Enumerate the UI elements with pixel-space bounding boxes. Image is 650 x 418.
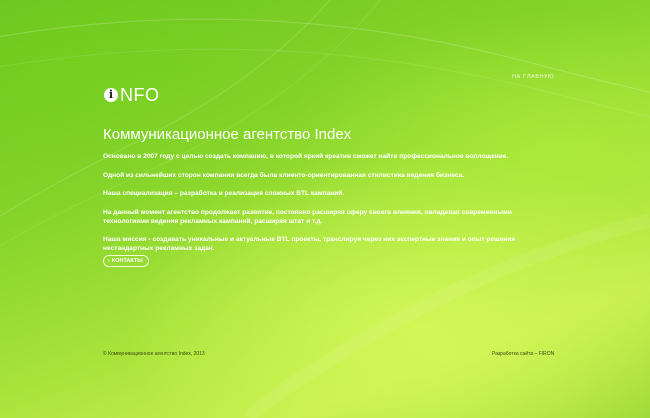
main-content: Основано в 2007 году с целью создать ком… (103, 152, 523, 263)
footer-developer: Разработка сайта – FIRON (492, 351, 554, 357)
info-icon: i (104, 88, 118, 102)
chevron-right-icon: › (108, 258, 110, 264)
developer-label: Разработка сайта – (492, 351, 539, 357)
logo-text: NFO (120, 85, 160, 105)
footer-copyright: © Коммуникационное агентство Index, 2013 (103, 351, 205, 357)
contacts-button-label: КОНТАКТЫ (111, 258, 143, 264)
paragraph-development: На данный момент агентство продолжает ра… (103, 208, 512, 225)
developer-link[interactable]: FIRON (539, 351, 555, 357)
paragraph-founded: Основано в 2007 году с целью создать ком… (103, 153, 509, 160)
home-link[interactable]: НА ГЛАВНУЮ (512, 74, 554, 80)
paragraph-specialization: Наша специализация – разработка и реализ… (103, 190, 345, 197)
logo-icon-letter: i (108, 88, 114, 101)
paragraph-mission: Наша миссия - создавать уникальные и акт… (103, 236, 516, 252)
contacts-button[interactable]: › КОНТАКТЫ (103, 255, 149, 267)
logo[interactable]: i NFO (104, 86, 160, 104)
paragraph-strengths: Одной из сильнейших сторон компании всег… (103, 171, 465, 179)
page-title: Коммуникационное агентство Index (103, 126, 352, 143)
